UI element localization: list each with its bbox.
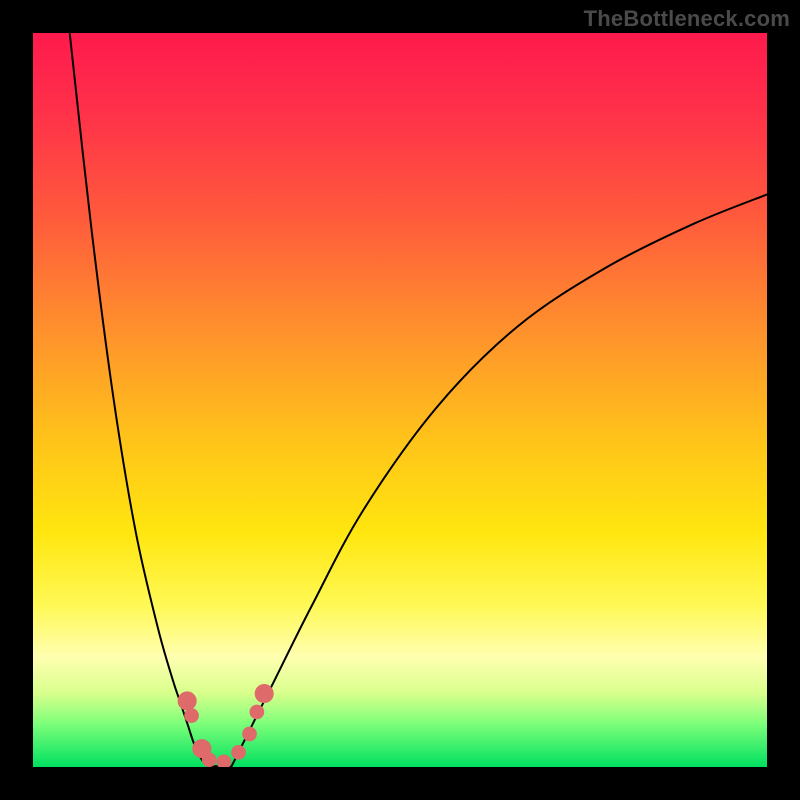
- data-marker: [255, 684, 274, 703]
- curve-left-branch: [70, 33, 209, 767]
- curve-right-branch: [231, 194, 767, 767]
- bottleneck-curve-svg: [33, 33, 767, 767]
- data-marker: [250, 705, 265, 720]
- data-marker: [217, 755, 232, 767]
- data-marker: [178, 691, 197, 710]
- data-marker: [202, 752, 217, 767]
- plot-area: [33, 33, 767, 767]
- curve-group: [70, 33, 767, 767]
- chart-frame: TheBottleneck.com: [0, 0, 800, 800]
- markers-group: [178, 684, 274, 767]
- watermark-text: TheBottleneck.com: [584, 6, 790, 32]
- data-marker: [242, 727, 257, 742]
- data-marker: [184, 708, 199, 723]
- data-marker: [231, 745, 246, 760]
